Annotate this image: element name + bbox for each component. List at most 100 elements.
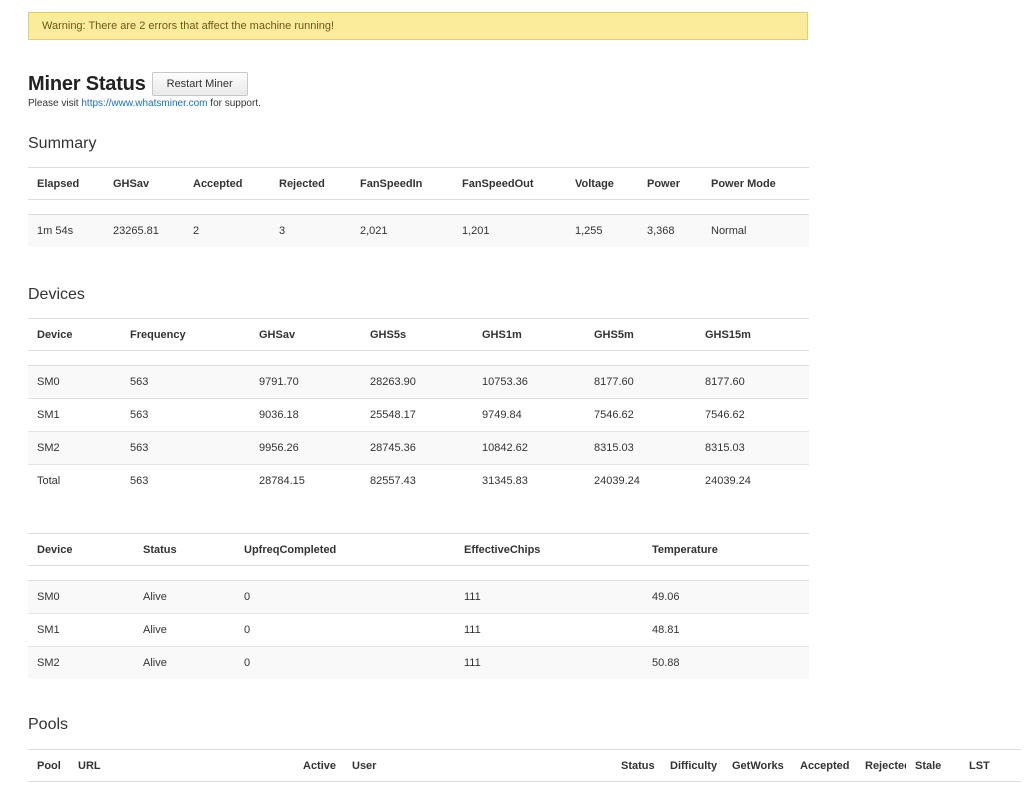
header-row: Pool URL Active User Status Difficulty GetWork… bbox=[28, 749, 1021, 782]
cell-upfreqcompleted: 0 bbox=[235, 613, 455, 647]
devices-table: Device Frequency GHSav GHS5s GHS1m GHS5m GHS15… bbox=[28, 318, 809, 497]
cell-status: Alive bbox=[134, 613, 235, 647]
header-row: Elapsed GHSav Accepted Rejected FanSpeedIn Fa… bbox=[28, 167, 809, 200]
cell-upfreqcompleted: 0 bbox=[235, 646, 455, 679]
cell-fanspeedout: 1,201 bbox=[453, 214, 566, 247]
cell-ghs1m: 9749.84 bbox=[473, 398, 585, 432]
table-row: SM1 Alive 0 111 48.81 bbox=[28, 613, 809, 647]
cell-device: SM1 bbox=[28, 398, 121, 432]
spacer-cell bbox=[28, 565, 809, 581]
table-row: 1m 54s 23265.81 2 3 2,021 1,201 1,255 3,368 Norm… bbox=[28, 214, 809, 247]
column-header-device: Device bbox=[28, 533, 134, 566]
table-row: SM0 Alive 0 111 49.06 bbox=[28, 580, 809, 614]
devices-title: Devices bbox=[28, 286, 85, 303]
cell-ghs5m: 7546.62 bbox=[585, 398, 696, 432]
cell-effectivechips: 111 bbox=[455, 646, 643, 679]
cell-temperature: 50.88 bbox=[643, 646, 809, 679]
cell-power: 3,368 bbox=[638, 214, 702, 247]
column-header-upfreqcompleted: UpfreqCompleted bbox=[235, 533, 455, 566]
support-prefix: Please visit bbox=[28, 98, 82, 109]
column-header-accepted: Accepted bbox=[184, 167, 270, 200]
cell-frequency: 563 bbox=[130, 475, 149, 487]
cell-ghs5m: 24039.24 bbox=[594, 475, 640, 487]
column-header-pool: Pool bbox=[28, 749, 69, 782]
title-row: Miner Status Restart Miner bbox=[28, 71, 248, 97]
pools-table: Pool URL Active User Status Difficulty GetWork… bbox=[28, 749, 1021, 782]
support-suffix: for support. bbox=[207, 98, 261, 109]
header-row: Device Frequency GHSav GHS5s GHS1m GHS5m GHS15… bbox=[28, 318, 809, 351]
column-header-elapsed: Elapsed bbox=[28, 167, 104, 200]
column-header-ghsav: GHSav bbox=[104, 167, 184, 200]
column-header-getworks: GetWorks bbox=[723, 749, 791, 782]
cell-ghs1m: 31345.83 bbox=[482, 475, 528, 487]
column-header-ghs15m: GHS15m bbox=[696, 318, 809, 351]
warning-banner: Warning: There are 2 errors that affect … bbox=[28, 12, 808, 40]
cell-frequency: 563 bbox=[121, 431, 250, 465]
cell-temperature: 48.81 bbox=[643, 613, 809, 647]
cell-ghsav: 23265.81 bbox=[104, 214, 184, 247]
cell-temperature: 49.06 bbox=[643, 580, 809, 614]
cell-ghs5s: 82557.43 bbox=[370, 475, 416, 487]
cell-device: SM2 bbox=[28, 646, 134, 679]
spacer-row bbox=[28, 565, 809, 581]
header-row: Device Status UpfreqCompleted EffectiveChip… bbox=[28, 533, 809, 566]
column-header-ghsav: GHSav bbox=[250, 318, 361, 351]
column-header-voltage: Voltage bbox=[566, 167, 638, 200]
restart-miner-button[interactable]: Restart Miner bbox=[151, 72, 248, 96]
cell-effectivechips: 111 bbox=[455, 580, 643, 614]
device-status-table: Device Status UpfreqCompleted EffectiveChip… bbox=[28, 533, 809, 679]
column-header-stale: Stale bbox=[906, 749, 960, 782]
pools-title: Pools bbox=[28, 716, 69, 733]
table-row: SM2 563 9956.26 28745.36 10842.62 8315.03 8315… bbox=[28, 431, 809, 465]
cell-frequency: 563 bbox=[121, 365, 250, 399]
cell-status: Alive bbox=[134, 646, 235, 679]
column-header-difficulty: Difficulty bbox=[661, 749, 723, 782]
cell-frequency: 563 bbox=[121, 398, 250, 432]
spacer-cell bbox=[28, 350, 809, 366]
cell-ghs1m: 10842.62 bbox=[473, 431, 585, 465]
cell-device: Total bbox=[37, 475, 61, 487]
cell-elapsed: 1m 54s bbox=[28, 214, 104, 247]
cell-ghsav: 9036.18 bbox=[250, 398, 361, 432]
cell-device: SM2 bbox=[28, 431, 121, 465]
spacer-row bbox=[28, 199, 809, 215]
column-header-frequency: Frequency bbox=[121, 318, 250, 351]
column-header-status: Status bbox=[134, 533, 235, 566]
warning-text: Warning: There are 2 errors that affect … bbox=[42, 20, 335, 32]
table-row: SM0 563 9791.70 28263.90 10753.36 8177.60 8177… bbox=[28, 365, 809, 399]
column-header-fanspeedin: FanSpeedIn bbox=[351, 167, 453, 200]
cell-ghsav: 9791.70 bbox=[250, 365, 361, 399]
cell-ghs5s: 28263.90 bbox=[361, 365, 473, 399]
support-text: Please visit https://www.whatsminer.com … bbox=[28, 98, 261, 109]
column-header-status: Status bbox=[612, 749, 661, 782]
spacer-cell bbox=[28, 199, 809, 215]
cell-ghsav: 28784.15 bbox=[259, 475, 305, 487]
cell-ghs15m: 24039.24 bbox=[705, 475, 751, 487]
cell-ghs15m: 8315.03 bbox=[696, 431, 809, 465]
column-header-fanspeedout: FanSpeedOut bbox=[453, 167, 566, 200]
column-header-lst: LST bbox=[960, 749, 1021, 782]
column-header-temperature: Temperature bbox=[643, 533, 809, 566]
column-header-effectivechips: EffectiveChips bbox=[455, 533, 643, 566]
column-header-user: User bbox=[343, 749, 612, 782]
cell-fanspeedin: 2,021 bbox=[351, 214, 453, 247]
column-header-active: Active bbox=[294, 749, 343, 782]
column-header-ghs5m: GHS5m bbox=[585, 318, 696, 351]
column-header-rejected: Rejected bbox=[270, 167, 351, 200]
column-header-rejected: Rejected bbox=[856, 749, 906, 782]
cell-status: Alive bbox=[134, 580, 235, 614]
cell-rejected: 3 bbox=[270, 214, 351, 247]
column-header-ghs1m: GHS1m bbox=[473, 318, 585, 351]
cell-accepted: 2 bbox=[184, 214, 270, 247]
cell-effectivechips: 111 bbox=[455, 613, 643, 647]
cell-upfreqcompleted: 0 bbox=[235, 580, 455, 614]
column-header-url: URL bbox=[69, 749, 294, 782]
cell-ghsav: 9956.26 bbox=[250, 431, 361, 465]
summary-table: Elapsed GHSav Accepted Rejected FanSpeedIn Fa… bbox=[28, 167, 809, 247]
cell-ghs5s: 28745.36 bbox=[361, 431, 473, 465]
support-link[interactable]: https://www.whatsminer.com bbox=[81, 98, 207, 109]
cell-ghs15m: 7546.62 bbox=[696, 398, 809, 432]
column-header-accepted: Accepted bbox=[791, 749, 856, 782]
cell-ghs5m: 8315.03 bbox=[585, 431, 696, 465]
cell-device: SM0 bbox=[28, 580, 134, 614]
